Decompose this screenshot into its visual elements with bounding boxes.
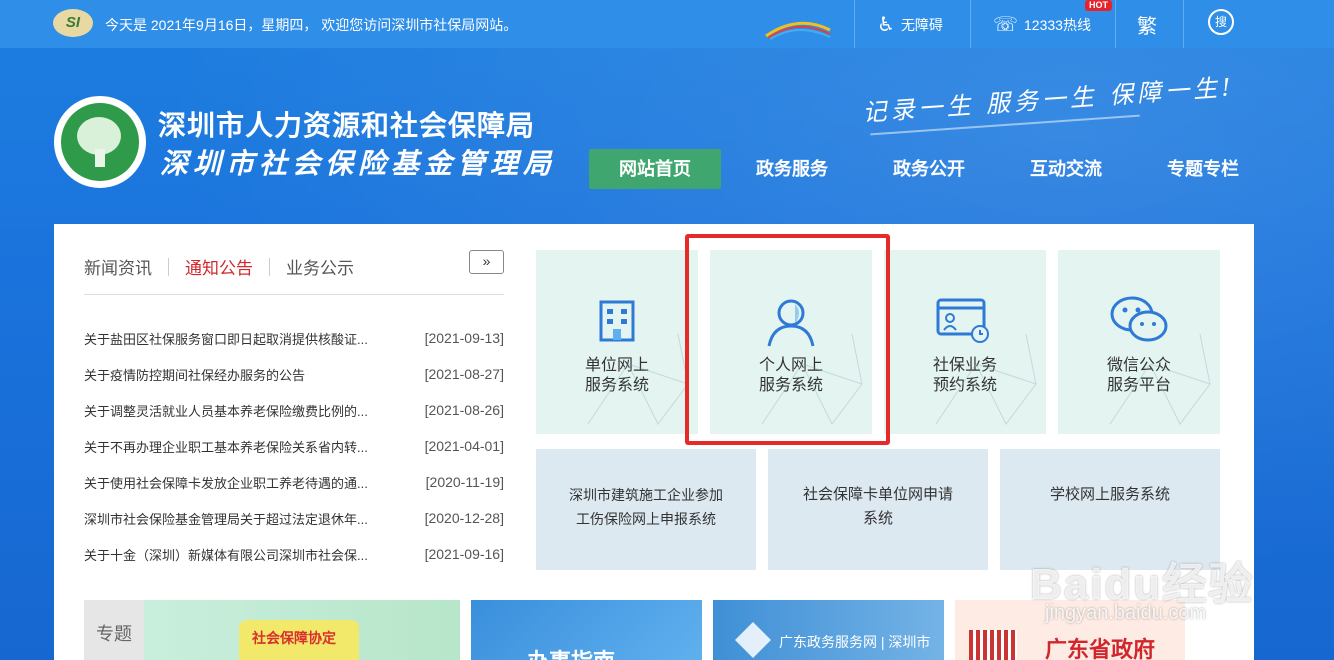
special-topic-label: 专题 <box>84 600 144 660</box>
banner-text: 社会保障协定 <box>252 630 336 646</box>
news-date: [2021-08-26] <box>424 402 504 418</box>
hotline-link[interactable]: ☏ 12333热线 <box>993 12 1091 37</box>
news-date: [2021-04-01] <box>424 438 504 454</box>
list-item[interactable]: 关于调整灵活就业人员基本养老保险缴费比例的... [2021-08-26] <box>84 392 504 428</box>
appointment-service-card[interactable]: 社保业务 预约系统 <box>884 250 1046 434</box>
bureau-emblem <box>54 96 146 188</box>
more-button[interactable]: » <box>469 250 504 274</box>
highlight-box <box>685 234 890 445</box>
service-guide-banner[interactable]: 办事指南 <box>471 600 702 660</box>
list-item[interactable]: 关于盐田区社保服务窗口即日起取消提供核酸证... [2021-09-13] <box>84 320 504 356</box>
news-tabs: 新闻资讯 通知公告 业务公示 <box>84 254 370 279</box>
nav-government-services[interactable]: 政务服务 <box>740 149 844 189</box>
construction-injury-insurance-card[interactable]: 深圳市建筑施工企业参加 工伤保险网上申报系统 <box>536 449 756 570</box>
nav-government-affairs[interactable]: 政务公开 <box>877 149 981 189</box>
card-label: 系统 <box>862 510 893 527</box>
divider <box>1183 0 1184 48</box>
news-date: [2021-08-27] <box>424 366 504 382</box>
banner-text: 办事指南 <box>527 644 615 660</box>
baidu-watermark-url: jingyan.baidu.com <box>1045 602 1207 624</box>
social-security-agreement-banner[interactable]: 社会保障协定 <box>144 600 460 660</box>
card-label: 学校网上服务系统 <box>1049 486 1170 503</box>
list-item[interactable]: 关于不再办理企业职工基本养老保险关系省内转... [2021-04-01] <box>84 428 504 464</box>
list-item[interactable]: 深圳市社会保险基金管理局关于超过法定退休年... [2020-12-28] <box>84 500 504 536</box>
tab-news[interactable]: 新闻资讯 <box>84 254 152 279</box>
si-logo: SI <box>53 9 93 37</box>
shenzhen-logo-icon[interactable] <box>762 10 834 40</box>
divider <box>84 294 504 295</box>
divider <box>1115 0 1116 48</box>
hotline-label: 12333热线 <box>1024 16 1091 33</box>
news-title[interactable]: 关于盐田区社保服务窗口即日起取消提供核酸证... <box>84 329 368 348</box>
news-title[interactable]: 关于十金（深圳）新媒体有限公司深圳市社会保... <box>84 545 368 564</box>
date-welcome-text: 今天是 2021年9月16日，星期四， 欢迎您访问深圳市社保局网站。 <box>105 17 518 33</box>
qr-code-icon <box>969 630 1017 660</box>
tab-notices[interactable]: 通知公告 <box>185 254 253 279</box>
news-date: [2020-12-28] <box>424 510 504 526</box>
nav-interaction[interactable]: 互动交流 <box>1014 149 1118 189</box>
news-title[interactable]: 关于使用社会保障卡发放企业职工养老待遇的通... <box>84 473 368 492</box>
nav-special-topics[interactable]: 专题专栏 <box>1151 149 1255 189</box>
banner-text: 广东政务服务网 | 深圳市 <box>779 634 931 650</box>
hot-badge: HOT <box>1085 0 1112 11</box>
news-date: [2020-11-19] <box>425 474 504 490</box>
news-date: [2021-09-13] <box>424 330 504 346</box>
guangdong-gov-service-banner[interactable]: 广东政务服务网 | 深圳市 <box>713 600 944 660</box>
accessibility-link[interactable]: ♿ 无障碍 <box>877 12 943 37</box>
wechat-service-card[interactable]: 微信公众 服务平台 <box>1058 250 1220 434</box>
network-pattern-icon <box>935 333 1037 425</box>
site-title: 深圳市人力资源和社会保障局 <box>158 110 536 141</box>
social-security-card-application-card[interactable]: 社会保障卡单位网申请 系统 <box>768 449 988 570</box>
network-pattern-icon <box>587 333 689 425</box>
gov-service-logo-icon <box>735 622 771 658</box>
wheelchair-icon: ♿ <box>877 14 895 36</box>
accessibility-label: 无障碍 <box>900 16 943 33</box>
search-icon[interactable]: 搜 <box>1208 9 1234 35</box>
employer-online-service-card[interactable]: 单位网上 服务系统 <box>536 250 698 434</box>
news-title[interactable]: 关于疫情防控期间社保经办服务的公告 <box>84 365 305 384</box>
traditional-chinese-toggle[interactable]: 繁 <box>1137 10 1157 39</box>
list-item[interactable]: 关于十金（深圳）新媒体有限公司深圳市社会保... [2021-09-16] <box>84 536 504 572</box>
site-subtitle: 深圳市社会保险基金管理局 <box>160 147 557 180</box>
card-label: 深圳市建筑施工企业参加 <box>569 487 723 503</box>
news-title[interactable]: 深圳市社会保险基金管理局关于超过法定退休年... <box>84 509 368 528</box>
top-bar: SI 今天是 2021年9月16日，星期四， 欢迎您访问深圳市社保局网站。 ♿ … <box>0 0 1334 48</box>
news-list: 关于盐田区社保服务窗口即日起取消提供核酸证... [2021-09-13] 关于疫… <box>84 320 504 572</box>
banner-text: 广东省政府 <box>1045 637 1156 660</box>
news-date: [2021-09-16] <box>424 546 504 562</box>
phone-icon: ☏ <box>993 14 1019 36</box>
divider <box>854 0 855 48</box>
network-pattern-icon <box>1109 333 1211 425</box>
news-title[interactable]: 关于调整灵活就业人员基本养老保险缴费比例的... <box>84 401 368 420</box>
list-item[interactable]: 关于疫情防控期间社保经办服务的公告 [2021-08-27] <box>84 356 504 392</box>
news-title[interactable]: 关于不再办理企业职工基本养老保险关系省内转... <box>84 437 368 456</box>
card-label: 工伤保险网上申报系统 <box>576 511 716 527</box>
divider <box>970 0 971 48</box>
tab-business-publicity[interactable]: 业务公示 <box>286 254 354 279</box>
list-item[interactable]: 关于使用社会保障卡发放企业职工养老待遇的通... [2020-11-19] <box>84 464 504 500</box>
card-label: 社会保障卡单位网申请 <box>802 486 953 503</box>
nav-home[interactable]: 网站首页 <box>589 149 721 189</box>
